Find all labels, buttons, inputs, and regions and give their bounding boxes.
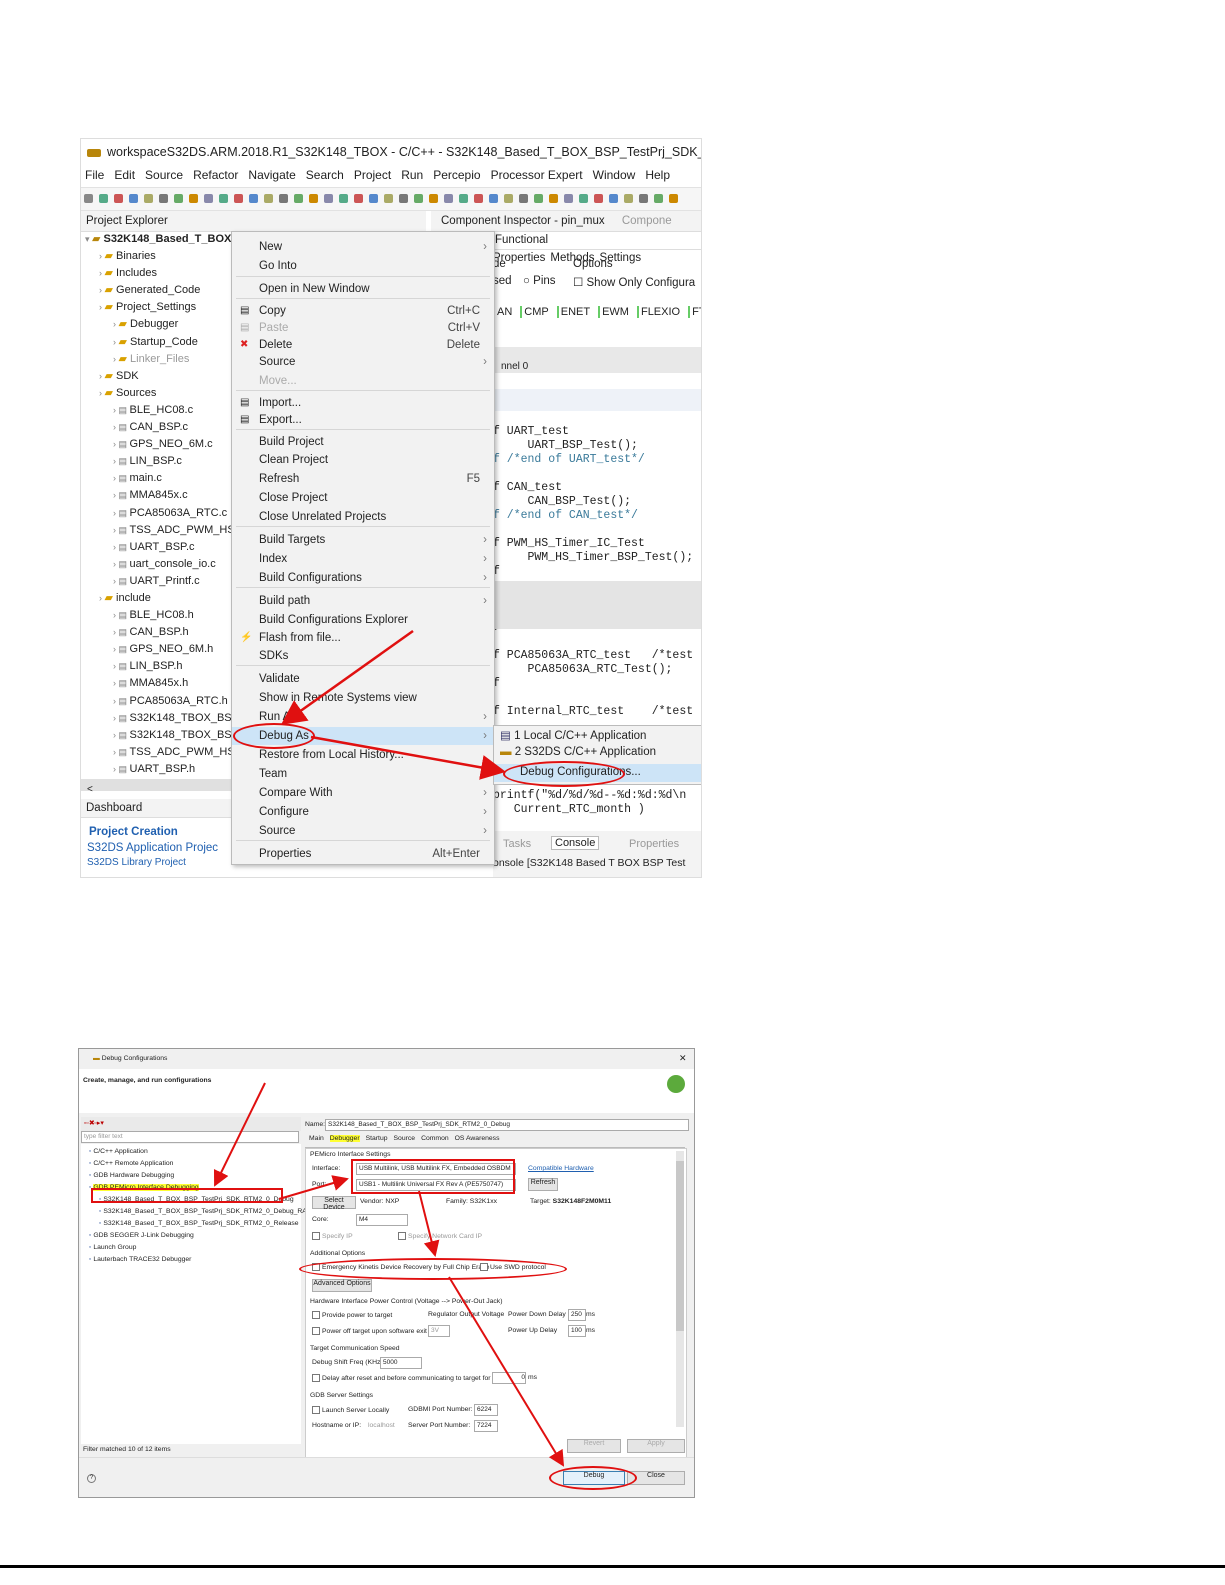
arrow-to-debug-configurations bbox=[310, 735, 506, 780]
annotation-arrows bbox=[280, 629, 506, 780]
arrow-to-debug-button bbox=[448, 1276, 565, 1467]
arrow-to-selected-config bbox=[213, 1082, 266, 1187]
annotation-arrows-2 bbox=[213, 1082, 565, 1467]
debug-configurations-dialog: ▬ Debug Configurations ✕ Create, manage,… bbox=[78, 1048, 695, 1498]
page-bottom-rule bbox=[0, 1565, 1225, 1568]
arrow-to-interface-settings bbox=[278, 1175, 349, 1200]
eclipse-window-screenshot: workspaceS32DS.ARM.2018.R1_S32K148_TBOX … bbox=[80, 138, 702, 878]
arrow-to-debug-as bbox=[280, 629, 414, 725]
arrow-to-options bbox=[418, 1190, 440, 1257]
